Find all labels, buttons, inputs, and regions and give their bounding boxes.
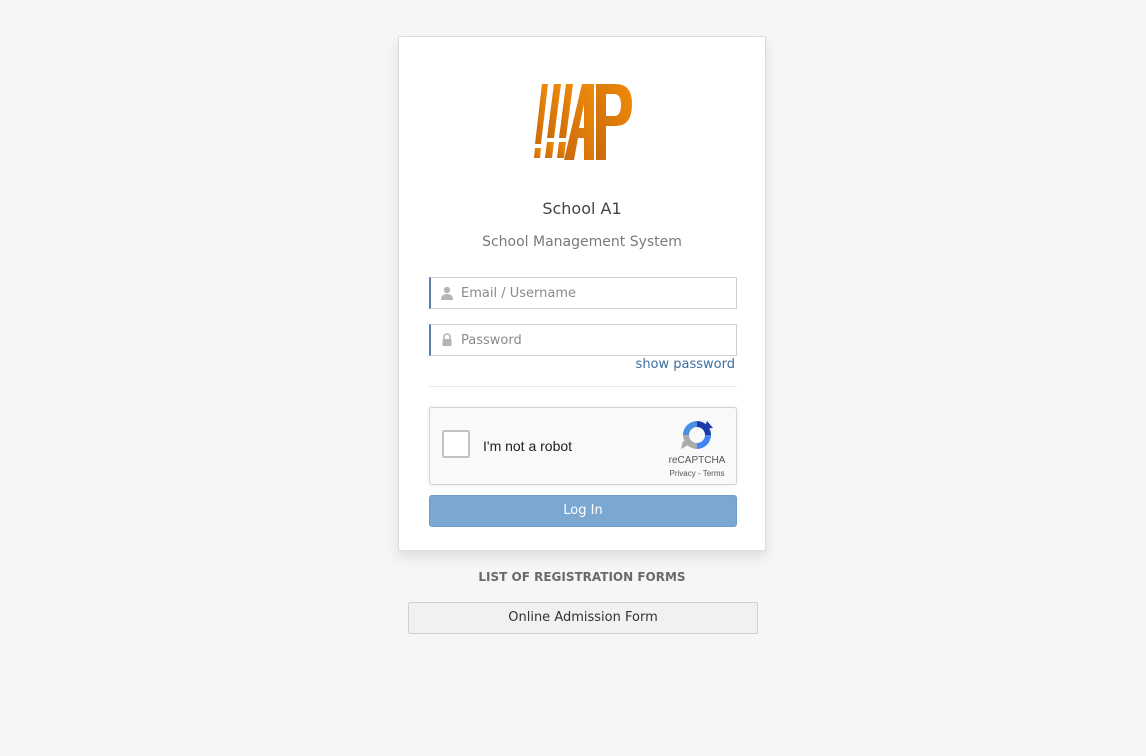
divider <box>429 386 737 387</box>
online-admission-form-button[interactable]: Online Admission Form <box>408 602 758 634</box>
system-name: School Management System <box>482 234 682 250</box>
registration-forms-heading: LIST OF REGISTRATION FORMS <box>478 570 686 584</box>
login-button[interactable]: Log In <box>429 495 737 527</box>
recaptcha-privacy-link[interactable]: Privacy <box>670 469 696 478</box>
school-logo <box>534 84 632 160</box>
recaptcha-icon <box>681 421 713 449</box>
recaptcha-widget: I'm not a robot reCAPTCHA Privacy - Term… <box>429 407 737 485</box>
show-password-link[interactable]: show password <box>636 357 735 372</box>
recaptcha-brand: reCAPTCHA <box>668 455 726 466</box>
username-input[interactable] <box>461 278 731 308</box>
lock-icon <box>442 333 452 346</box>
recaptcha-label: I'm not a robot <box>483 438 573 454</box>
recaptcha-checkbox[interactable] <box>442 430 470 458</box>
password-field[interactable] <box>429 324 737 356</box>
user-icon <box>441 286 453 300</box>
recaptcha-links: Privacy - Terms <box>658 469 736 478</box>
recaptcha-link-separator: - <box>695 469 703 478</box>
school-name: School A1 <box>542 199 622 218</box>
username-field[interactable] <box>429 277 737 309</box>
recaptcha-terms-link[interactable]: Terms <box>703 469 725 478</box>
password-input[interactable] <box>461 325 731 355</box>
login-card: School A1 School Management System show … <box>398 36 766 551</box>
